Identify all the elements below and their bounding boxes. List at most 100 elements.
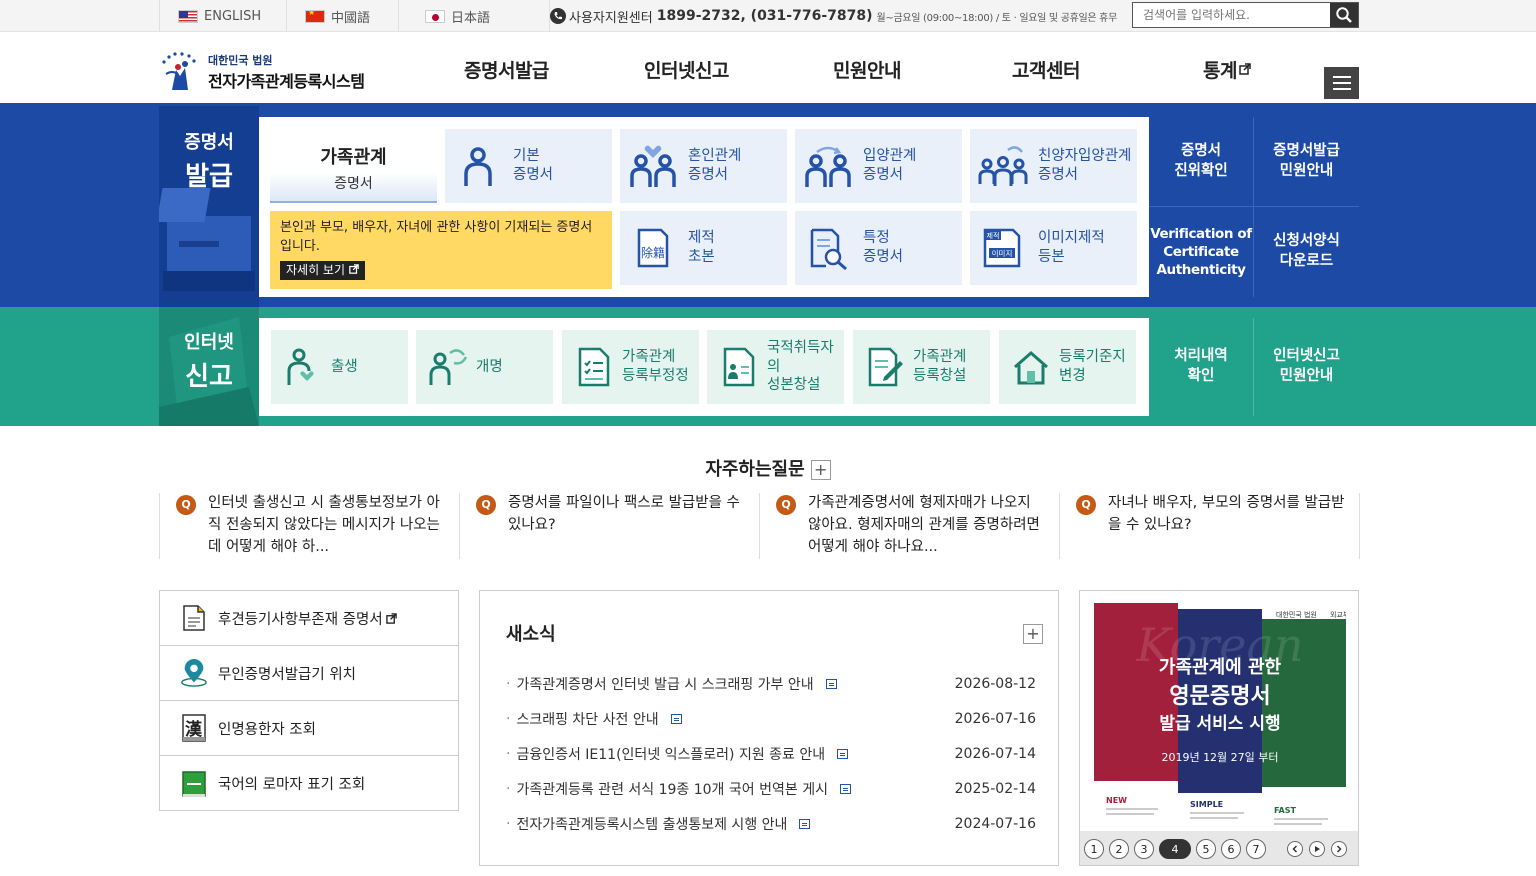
support-center-label: 사용자지원센터 bbox=[569, 10, 653, 26]
name-hanja-lookup-link[interactable]: 漢 인명용한자 조회 bbox=[160, 701, 458, 756]
faq-item[interactable]: Q 자녀나 배우자, 부모의 증명서를 발급받을 수 있나요? bbox=[1059, 493, 1360, 559]
full-adoption-certificate-title: 친양자입양관계 bbox=[1038, 148, 1132, 165]
all-menu-button[interactable] bbox=[1324, 67, 1359, 99]
banner-prev-button[interactable] bbox=[1287, 841, 1303, 857]
language-japanese-link[interactable]: 日本語 bbox=[398, 0, 510, 32]
external-link-icon bbox=[1239, 63, 1251, 75]
removed-register-sub: 초본 bbox=[688, 249, 715, 265]
specific-certificate-sub: 증명서 bbox=[863, 249, 904, 265]
site-logo[interactable]: 대한민국 법원 전자가족관계등록시스템 bbox=[158, 50, 365, 94]
faq-item[interactable]: Q 증명서를 파일이나 팩스로 발급받을 수 있나요? bbox=[459, 493, 760, 559]
news-item-title: 금융인증서 IE11(인터넷 익스플로러) 지원 종료 안내 bbox=[516, 746, 826, 763]
register-correction-card[interactable]: 가족관계 등록부정정 bbox=[562, 330, 699, 404]
full-adoption-certificate-card[interactable]: 친양자입양관계 증명서 bbox=[970, 129, 1137, 203]
family-relation-title: 가족관계 bbox=[320, 147, 387, 168]
registration-base-change-sub: 변경 bbox=[1059, 368, 1086, 384]
language-english-link[interactable]: ENGLISH bbox=[159, 0, 279, 32]
guardianship-certificate-link[interactable]: 후견등기사항부존재 증명서 bbox=[160, 591, 458, 646]
site-header: 대한민국 법원 전자가족관계등록시스템 증명서발급 인터넷신고 민원안내 고객센… bbox=[0, 32, 1536, 106]
kiosk-location-link[interactable]: 무인증명서발급기 위치 bbox=[160, 646, 458, 701]
specific-certificate-card[interactable]: 특정증명서 bbox=[795, 211, 962, 285]
faq-item[interactable]: Q 가족관계증명서에 형제자매가 나오지 않아요. 형제자매의 관계를 증명하려면… bbox=[759, 493, 1060, 559]
marriage-certificate-card[interactable]: 혼인관계 증명서 bbox=[620, 129, 787, 203]
image-register-icon: 제적 이미지 bbox=[978, 223, 1028, 273]
adoption-certificate-card[interactable]: 입양관계 증명서 bbox=[795, 129, 962, 203]
birth-report-card[interactable]: 출생 bbox=[271, 330, 408, 404]
top-utility-bar: ENGLISH 中國語 日本語 사용자지원센터 1899-2732, (031-… bbox=[0, 0, 1536, 32]
banner-page-button[interactable]: 5 bbox=[1196, 839, 1216, 859]
certificate-description-box: 본인과 부모, 배우자, 자녀에 관한 사항이 기재되는 증명서입니다. 자세히… bbox=[270, 211, 612, 289]
banner-page-button-active[interactable]: 4 bbox=[1159, 839, 1191, 859]
nav-internet-report[interactable]: 인터넷신고 bbox=[644, 32, 729, 106]
language-chinese-label: 中國語 bbox=[331, 10, 371, 26]
naturalized-surname-card[interactable]: 국적취득자의 성본창설 bbox=[707, 330, 844, 404]
internet-report-guide-link[interactable]: 인터넷신고 민원안내 bbox=[1254, 318, 1359, 416]
faq-question: 인터넷 출생신고 시 출생통보정보가 아직 전송되지 않았다는 메시지가 나오는… bbox=[208, 495, 440, 555]
banner-page-button[interactable]: 3 bbox=[1134, 839, 1154, 859]
news-item[interactable]: · 금융인증서 IE11(인터넷 익스플로러) 지원 종료 안내 2026-07-1… bbox=[506, 736, 1036, 771]
svg-text:영문증명서: 영문증명서 bbox=[1169, 684, 1270, 709]
kiosk-location-label: 무인증명서발급기 위치 bbox=[218, 666, 357, 683]
faq-list: Q 인터넷 출생신고 시 출생통보정보가 아직 전송되지 않았다는 메시지가 나오… bbox=[159, 493, 1360, 559]
romanization-lookup-link[interactable]: 국어의 로마자 표기 조회 bbox=[160, 756, 458, 811]
name-hanja-lookup-label: 인명용한자 조회 bbox=[218, 721, 316, 738]
news-item-title: 가족관계등록 관련 서식 19종 10개 국어 번역본 게시 bbox=[516, 781, 828, 798]
faq-question: 증명서를 파일이나 팩스로 발급받을 수 있나요? bbox=[508, 495, 740, 533]
view-details-button[interactable]: 자세히 보기 bbox=[280, 260, 365, 281]
banner-next-button[interactable] bbox=[1331, 841, 1347, 857]
faq-more-button[interactable]: + bbox=[810, 460, 831, 480]
language-chinese-link[interactable]: 中國語 bbox=[286, 0, 398, 32]
name-change-title: 개명 bbox=[476, 358, 503, 375]
basic-certificate-card[interactable]: 기본 증명서 bbox=[445, 129, 612, 203]
faq-item[interactable]: Q 인터넷 출생신고 시 출생통보정보가 아직 전송되지 않았다는 메시지가 나오… bbox=[159, 493, 460, 559]
image-register-copy-card[interactable]: 제적 이미지 이미지제적 등본 bbox=[970, 211, 1137, 285]
verification-of-certificate-link[interactable]: Verification of Certificate Authenticity bbox=[1149, 207, 1254, 297]
nav-certificate-issue[interactable]: 증명서발급 bbox=[464, 32, 549, 106]
svg-text:외교부: 외교부 bbox=[1330, 610, 1346, 619]
register-creation-title: 가족관계 bbox=[913, 349, 967, 366]
person-icon bbox=[453, 141, 503, 191]
family-relation-certificate-card[interactable]: 가족관계 증명서 bbox=[270, 129, 437, 203]
promo-banner[interactable]: 대한민국 법원 외교부 Korean 가족관계에 관한 영문증명서 발급 서비스… bbox=[1079, 590, 1359, 866]
news-item-date: 2025-02-14 bbox=[954, 780, 1036, 797]
banner-page-button[interactable]: 2 bbox=[1109, 839, 1129, 859]
banner-page-button[interactable]: 6 bbox=[1221, 839, 1241, 859]
guardianship-certificate-label: 후견등기사항부존재 증명서 bbox=[218, 611, 383, 628]
news-more-button[interactable]: + bbox=[1023, 624, 1043, 644]
removed-register-extract-card[interactable]: 除籍 제적 초본 bbox=[620, 211, 787, 285]
name-change-card[interactable]: 개명 bbox=[416, 330, 553, 404]
search-button[interactable] bbox=[1330, 3, 1358, 27]
certificate-side-links: 증명서 진위확인 증명서발급 민원안내 Verification of Certifi… bbox=[1149, 117, 1359, 297]
certificate-issue-guide-link[interactable]: 증명서발급 민원안내 bbox=[1254, 117, 1359, 207]
faq-heading: 자주하는질문 + bbox=[0, 455, 1536, 481]
application-form-download-link[interactable]: 신청서양식 다운로드 bbox=[1254, 207, 1359, 297]
banner-play-button[interactable] bbox=[1309, 841, 1325, 857]
specific-certificate-title: 특정 bbox=[863, 230, 890, 247]
news-box: 새소식 + · 가족관계증명서 인터넷 발급 시 스크래핑 가부 안내 2026-0… bbox=[479, 590, 1059, 866]
banner-page-button[interactable]: 7 bbox=[1246, 839, 1266, 859]
removed-register-icon: 除籍 bbox=[628, 223, 678, 273]
nav-statistics[interactable]: 통계 bbox=[1203, 32, 1251, 106]
hanja-book-icon: 漢 bbox=[180, 714, 208, 742]
news-item[interactable]: · 가족관계등록 관련 서식 19종 10개 국어 번역본 게시 2025-02-1… bbox=[506, 771, 1036, 806]
question-icon: Q bbox=[776, 495, 796, 515]
document-icon bbox=[799, 818, 811, 829]
certificate-verification-link[interactable]: 증명서 진위확인 bbox=[1149, 117, 1254, 207]
banner-page-button[interactable]: 1 bbox=[1084, 839, 1104, 859]
news-item[interactable]: · 스크래핑 차단 사전 안내 2026-07-16 bbox=[506, 701, 1036, 736]
location-pin-icon bbox=[180, 659, 208, 687]
logo-system-title: 전자가족관계등록시스템 bbox=[208, 72, 365, 91]
nav-civil-guide[interactable]: 민원안내 bbox=[833, 32, 901, 106]
news-item-date: 2026-07-16 bbox=[954, 710, 1036, 727]
register-correction-title: 가족관계 bbox=[622, 349, 676, 366]
register-creation-card[interactable]: 가족관계 등록창설 bbox=[853, 330, 990, 404]
news-item[interactable]: · 전자가족관계등록시스템 출생통보제 시행 안내 2024-07-16 bbox=[506, 806, 1036, 841]
news-item-title: 가족관계증명서 인터넷 발급 시 스크래핑 가부 안내 bbox=[516, 676, 814, 693]
svg-text:2019년 12월 27일 부터: 2019년 12월 27일 부터 bbox=[1161, 750, 1278, 764]
registration-base-change-card[interactable]: 등록기준지 변경 bbox=[999, 330, 1136, 404]
news-item[interactable]: · 가족관계증명서 인터넷 발급 시 스크래핑 가부 안내 2026-08-12 bbox=[506, 666, 1036, 701]
search-input[interactable] bbox=[1133, 3, 1330, 27]
processing-history-link[interactable]: 처리내역 확인 bbox=[1149, 318, 1254, 416]
nav-customer-center[interactable]: 고객센터 bbox=[1012, 32, 1080, 106]
search-icon bbox=[1336, 7, 1352, 23]
